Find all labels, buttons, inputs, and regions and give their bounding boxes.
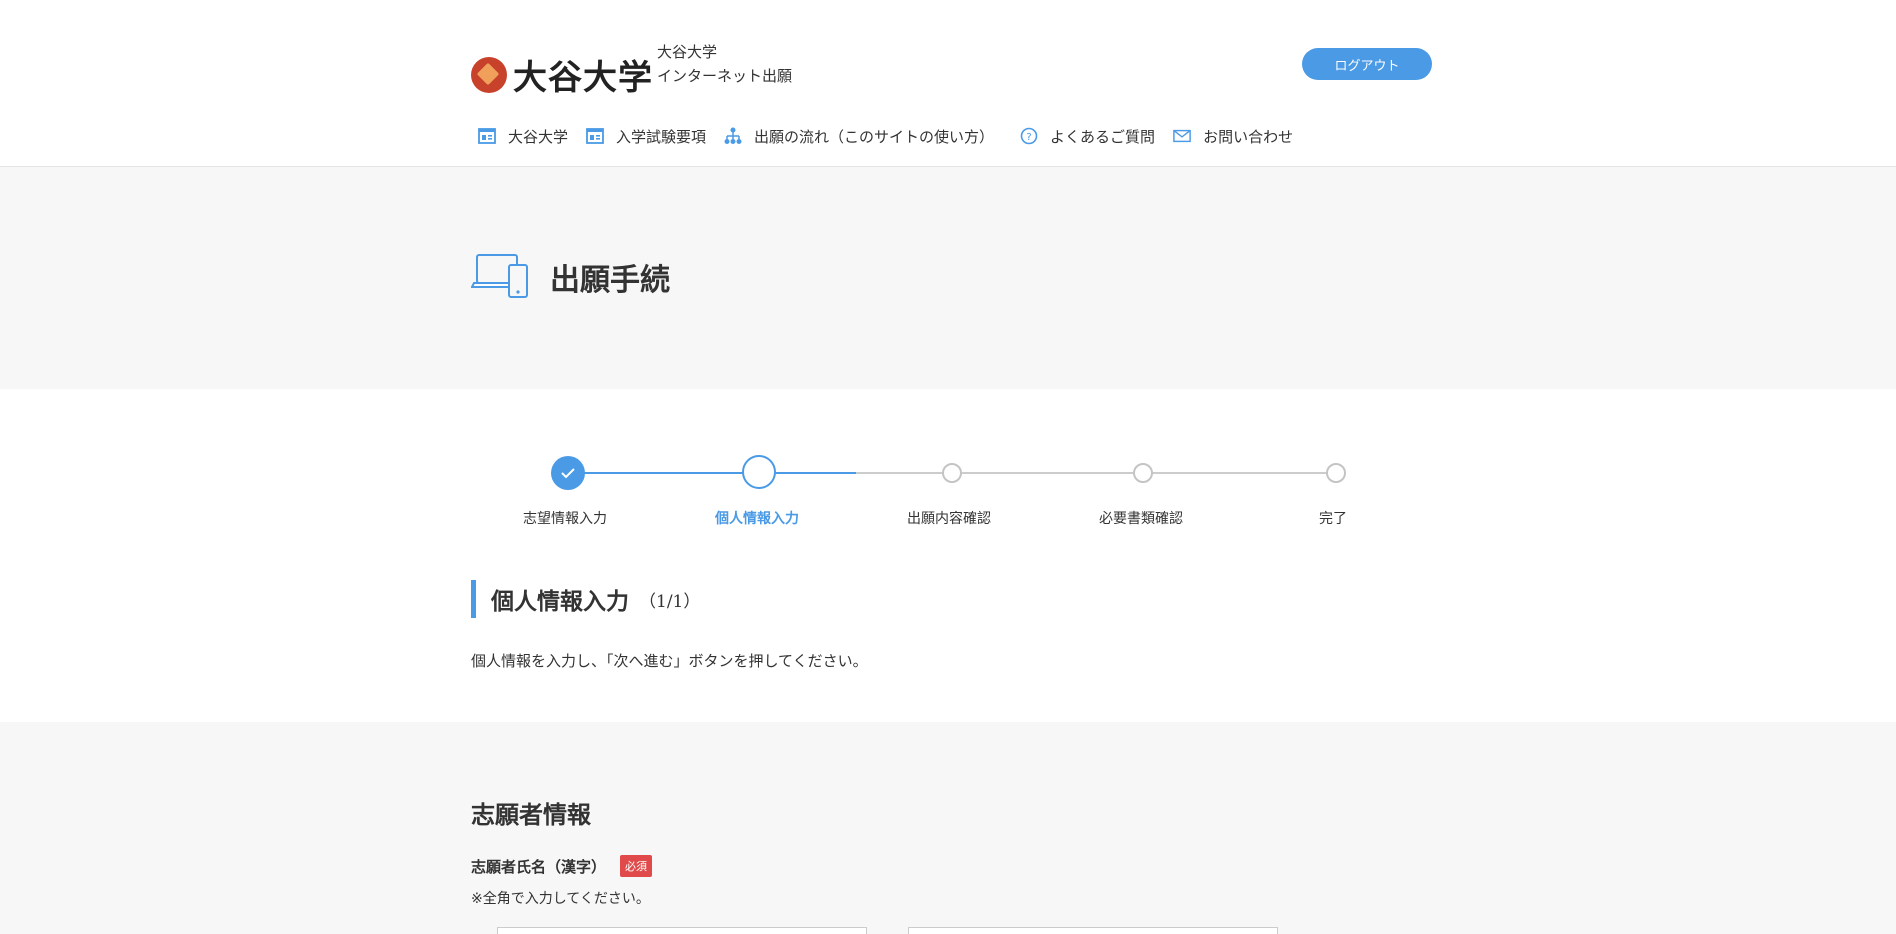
step-1-check-icon bbox=[551, 456, 585, 490]
name-kanji-note: ※全角で入力してください。 bbox=[471, 891, 650, 907]
step-label: 志望情報入力 bbox=[523, 511, 607, 527]
step-3-marker bbox=[942, 463, 962, 483]
site-name: 大谷大学 インターネット出願 bbox=[657, 40, 792, 88]
step-connector bbox=[568, 472, 856, 474]
section-heading: 個人情報入力 （1/1） bbox=[471, 580, 700, 618]
question-icon: ? bbox=[1020, 127, 1038, 145]
nav-item-contact[interactable]: お問い合わせ bbox=[1173, 126, 1293, 147]
nav-item-label: 入学試験要項 bbox=[616, 127, 707, 146]
step-label-current: 個人情報入力 bbox=[715, 511, 799, 527]
nav-item-label: 大谷大学 bbox=[508, 127, 569, 146]
logo-mark-icon bbox=[471, 56, 507, 93]
university-logo[interactable]: 大谷大学 bbox=[471, 50, 653, 99]
name-kanji-label: 志願者氏名（漢字） 必須 bbox=[471, 855, 653, 877]
step-4-marker bbox=[1133, 463, 1153, 483]
page-title-band bbox=[0, 167, 1896, 389]
page: 大谷大学 大谷大学 インターネット出願 ログアウト 大谷大学 入学試験要項 出願… bbox=[0, 0, 1896, 934]
form-section bbox=[0, 722, 1896, 934]
document-icon bbox=[586, 127, 604, 145]
document-icon bbox=[478, 127, 496, 145]
required-badge: 必須 bbox=[620, 855, 653, 877]
svg-text:?: ? bbox=[1026, 132, 1031, 143]
step-label: 必要書類確認 bbox=[1099, 511, 1183, 527]
mail-icon bbox=[1173, 127, 1191, 145]
devices-icon bbox=[470, 253, 531, 303]
nav-item-label: よくあるご質問 bbox=[1050, 127, 1156, 146]
step-label: 出願内容確認 bbox=[907, 511, 991, 527]
stepper-section bbox=[0, 389, 1896, 722]
nav-item-label: お問い合わせ bbox=[1203, 127, 1294, 146]
nav-item-university[interactable]: 大谷大学 bbox=[478, 126, 568, 147]
global-nav: 大谷大学 入学試験要項 出願の流れ（このサイトの使い方） ? よくあるご質問 お… bbox=[478, 124, 1311, 148]
name-kanji-label-text: 志願者氏名（漢字） bbox=[471, 857, 607, 876]
logo-text: 大谷大学 bbox=[513, 58, 653, 98]
nav-item-faq[interactable]: ? よくあるご質問 bbox=[1020, 126, 1155, 147]
first-name-kanji-input[interactable] bbox=[908, 927, 1278, 934]
step-connector bbox=[856, 472, 1336, 474]
section-page-indicator: （1/1） bbox=[639, 591, 701, 612]
nav-item-application-flow[interactable]: 出願の流れ（このサイトの使い方） bbox=[724, 126, 994, 147]
applicant-info-heading: 志願者情報 bbox=[471, 801, 591, 829]
flow-icon bbox=[724, 127, 742, 145]
site-name-line2: インターネット出願 bbox=[657, 67, 793, 85]
step-2-current-marker bbox=[742, 455, 776, 489]
nav-item-admission-guide[interactable]: 入学試験要項 bbox=[586, 126, 706, 147]
step-label: 完了 bbox=[1319, 511, 1347, 527]
nav-item-label: 出願の流れ（このサイトの使い方） bbox=[754, 127, 995, 146]
last-name-kanji-input[interactable] bbox=[497, 927, 867, 934]
site-name-line1: 大谷大学 bbox=[657, 43, 718, 61]
section-title: 個人情報入力 bbox=[491, 589, 629, 615]
page-title: 出願手続 bbox=[550, 263, 670, 298]
step-5-marker bbox=[1326, 463, 1346, 483]
site-header: 大谷大学 大谷大学 インターネット出願 ログアウト 大谷大学 入学試験要項 出願… bbox=[0, 0, 1896, 167]
logout-button[interactable]: ログアウト bbox=[1302, 48, 1432, 80]
instruction-text: 個人情報を入力し、「次へ進む」ボタンを押してください。 bbox=[471, 652, 868, 670]
